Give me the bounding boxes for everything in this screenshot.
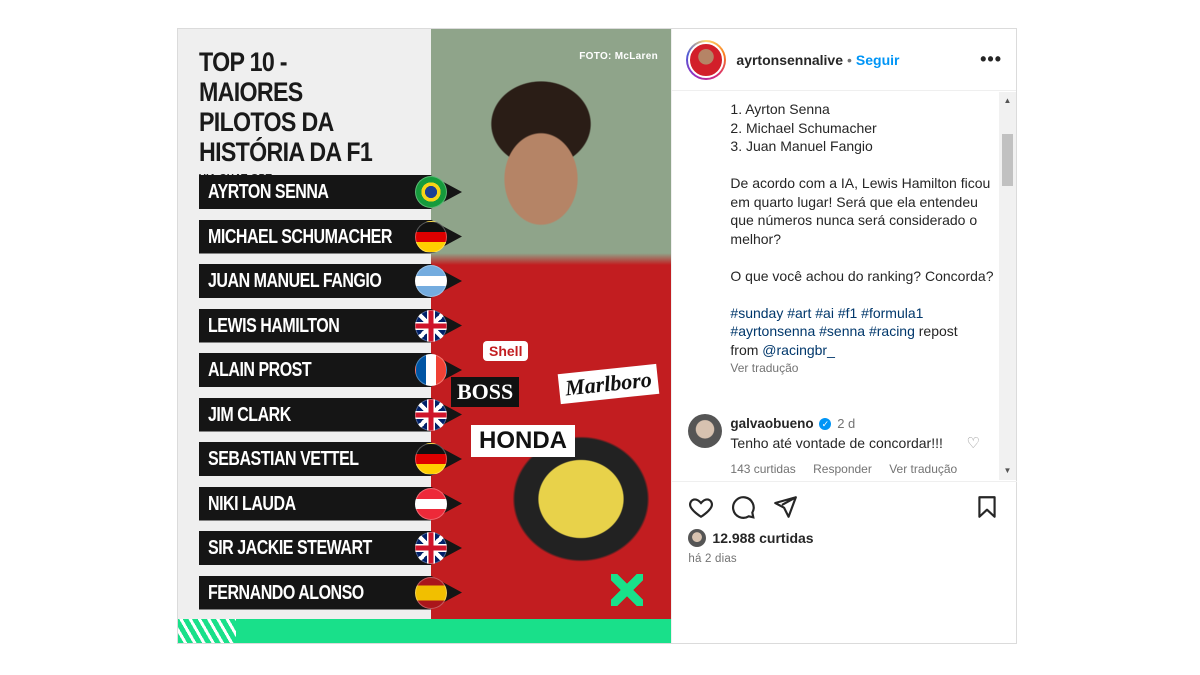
germany-flag-icon xyxy=(415,443,447,475)
driver-name: NIKI LAUDA xyxy=(208,492,296,515)
heart-icon[interactable] xyxy=(688,494,714,520)
france-flag-icon xyxy=(415,354,447,386)
photo-credit: FOTO: McLaren xyxy=(579,51,658,62)
comment-likes-count[interactable]: 143 curtidas xyxy=(730,462,795,476)
argentina-flag-icon xyxy=(415,265,447,297)
infographic-title: TOP 10 - MAIORES PILOTOS DA HISTÓRIA DA … xyxy=(199,47,373,167)
driver-name: FERNANDO ALONSO xyxy=(208,581,364,604)
comments-area[interactable]: 1. Ayrton Senna 2. Michael Schumacher 3.… xyxy=(672,92,1017,480)
scroll-thumb[interactable] xyxy=(1002,134,1013,186)
driver-name: JIM CLARK xyxy=(208,403,291,426)
comment-icon[interactable] xyxy=(730,494,756,520)
spain-flag-icon xyxy=(415,576,447,609)
likes-count[interactable]: 12.988 curtidas xyxy=(712,530,813,546)
comment-timestamp: 2 d xyxy=(837,416,856,431)
repost-text: repost xyxy=(914,323,958,339)
follow-button[interactable]: Seguir xyxy=(856,52,900,68)
driver-name: ALAIN PROST xyxy=(208,359,312,381)
post-caption: 1. Ayrton Senna 2. Michael Schumacher 3.… xyxy=(672,92,1002,359)
ranking-row: JUAN MANUEL FANGIO xyxy=(199,264,469,298)
from-text: from xyxy=(730,341,763,358)
author-username[interactable]: ayrtonsennalive xyxy=(736,52,843,68)
driver-name: MICHAEL SCHUMACHER xyxy=(208,225,392,248)
uk-flag-icon xyxy=(415,309,447,342)
caption-ranking-list: 1. Ayrton Senna 2. Michael Schumacher 3.… xyxy=(730,101,877,154)
hashtag-link[interactable]: #ayrtonsenna #senna #racing xyxy=(730,323,914,339)
bookmark-icon[interactable] xyxy=(974,494,1000,520)
suit-marlboro-logo: Marlboro xyxy=(557,363,660,405)
share-icon[interactable] xyxy=(772,494,798,520)
scroll-up-arrow-icon[interactable]: ▲ xyxy=(999,94,1016,108)
ranking-row: FERNANDO ALONSO xyxy=(199,575,469,610)
driver-ranking-list: AYRTON SENNA MICHAEL SCHUMACHER JUAN MAN… xyxy=(199,175,469,620)
suit-shell-logo: Shell xyxy=(483,341,529,361)
commenter-username[interactable]: galvaobueno xyxy=(730,416,813,431)
comment-like-heart-icon[interactable]: ♡ xyxy=(966,434,979,452)
ranking-row: SIR JACKIE STEWART xyxy=(199,531,469,565)
driver-name: JUAN MANUEL FANGIO xyxy=(208,270,382,292)
ranking-row: MICHAEL SCHUMACHER xyxy=(199,219,469,254)
caption-paragraph: De acordo com a IA, Lewis Hamilton ficou… xyxy=(730,175,991,247)
post-header: ayrtonsennalive • Seguir ••• xyxy=(672,29,1016,91)
suit-honda-logo: HONDA xyxy=(471,425,575,457)
germany-flag-icon xyxy=(415,220,447,253)
caption-question: O que você achou do ranking? Concorda? xyxy=(730,267,994,284)
verified-badge-icon: ✓ xyxy=(819,418,832,431)
ranking-row: NIKI LAUDA xyxy=(199,486,469,521)
scroll-down-arrow-icon[interactable]: ▼ xyxy=(999,464,1016,478)
brand-logo-icon xyxy=(611,574,643,606)
post-side-panel: ayrtonsennalive • Seguir ••• 1. Ayrton S… xyxy=(671,29,1018,643)
mention-link[interactable]: @racingbr_ xyxy=(762,342,835,358)
ranking-row: SEBASTIAN VETTEL xyxy=(199,442,469,476)
bottom-accent-stripe xyxy=(178,619,672,643)
comment-header: galvaobueno ✓ 2 d xyxy=(730,416,855,431)
driver-name: SEBASTIAN VETTEL xyxy=(208,448,359,470)
uk-flag-icon xyxy=(415,398,447,431)
brazil-flag-icon xyxy=(415,176,447,208)
author-avatar[interactable] xyxy=(686,39,727,80)
liker-avatar xyxy=(688,529,707,547)
comment-meta: 143 curtidas Responder Ver tradução xyxy=(730,462,971,476)
more-horizontal-icon[interactable]: ••• xyxy=(980,49,1002,70)
austria-flag-icon xyxy=(415,487,447,520)
driver-name: LEWIS HAMILTON xyxy=(208,314,340,337)
uk-flag-icon xyxy=(415,532,447,564)
comments-scrollbar[interactable]: ▲ ▼ xyxy=(999,92,1016,480)
ranking-row: LEWIS HAMILTON xyxy=(199,308,469,343)
instagram-post: FOTO: McLaren Shell BOSS Marlboro HONDA … xyxy=(177,28,1018,644)
comment-text: Tenho até vontade de concordar!!! xyxy=(730,435,943,451)
reply-button[interactable]: Responder xyxy=(813,462,872,476)
comment-translate-link[interactable]: Ver tradução xyxy=(889,462,957,476)
driver-name: AYRTON SENNA xyxy=(208,181,329,203)
commenter-avatar[interactable] xyxy=(688,414,723,448)
hashtag-link[interactable]: #sunday #art #ai #f1 #formula1 xyxy=(730,305,923,321)
separator-dot: • xyxy=(847,51,852,68)
post-likes[interactable]: 12.988 curtidas xyxy=(688,529,814,547)
driver-name: SIR JACKIE STEWART xyxy=(208,537,372,559)
post-timestamp[interactable]: há 2 dias xyxy=(688,553,736,565)
ranking-row: JIM CLARK xyxy=(199,397,469,432)
infographic-headline: TOP 10 - MAIORES PILOTOS DA HISTÓRIA DA … xyxy=(199,47,409,192)
post-action-bar xyxy=(672,481,1018,529)
see-translation-link[interactable]: Ver tradução xyxy=(672,361,1017,375)
ranking-row: AYRTON SENNA xyxy=(199,175,469,209)
ranking-row: ALAIN PROST xyxy=(199,353,469,387)
post-image[interactable]: FOTO: McLaren Shell BOSS Marlboro HONDA … xyxy=(178,29,672,643)
